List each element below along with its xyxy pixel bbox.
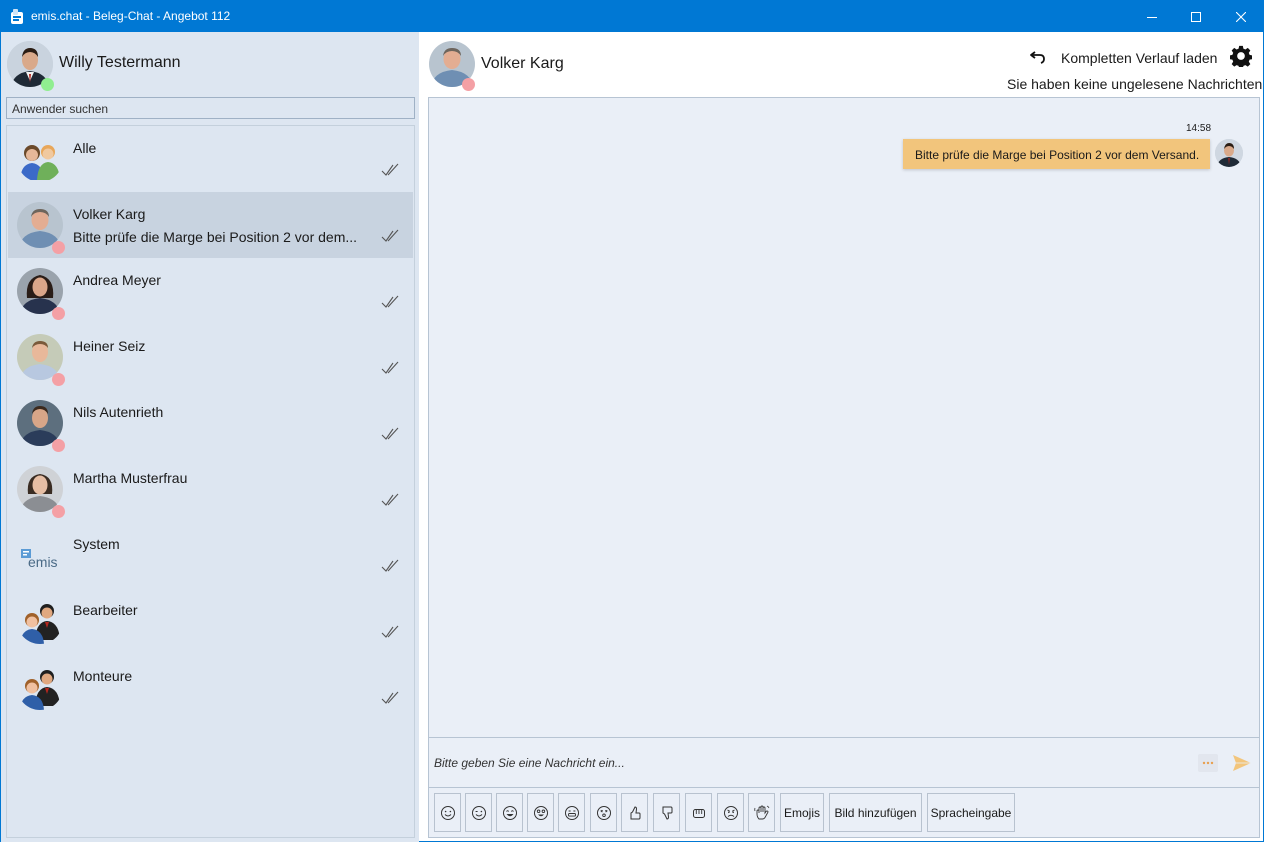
contact-name: Volker Karg	[73, 206, 146, 222]
crazy-emoji-icon	[533, 805, 548, 820]
read-check-icon	[381, 229, 399, 242]
smile-emoji-icon	[440, 805, 455, 820]
my-status-indicator	[41, 78, 54, 91]
emoji-fist-button[interactable]	[685, 793, 712, 832]
window-title: emis.chat - Beleg-Chat - Angebot 112	[31, 9, 231, 23]
emoji-thumbs-up-button[interactable]	[621, 793, 648, 832]
thumbs-down-emoji-icon	[662, 806, 672, 820]
people-icon	[20, 604, 60, 644]
contact-name: Monteure	[73, 668, 133, 684]
contact-list: Alle Volker Karg Bitte prüfe die Marge b…	[6, 125, 415, 838]
contact-item[interactable]: Bearbeiter	[8, 588, 413, 654]
partner-status-indicator	[462, 78, 475, 91]
emoji-wink-button[interactable]	[465, 793, 492, 832]
title-bar: emis.chat - Beleg-Chat - Angebot 112	[1, 1, 1263, 32]
fist-emoji-icon	[692, 808, 705, 818]
close-icon	[1236, 11, 1246, 22]
emoji-crazy-button[interactable]	[527, 793, 554, 832]
contact-name: Alle	[73, 140, 97, 156]
maximize-icon	[1191, 11, 1201, 22]
contact-item[interactable]: emis System	[8, 522, 413, 588]
contact-name: Heiner Seiz	[73, 338, 146, 354]
message-bubble[interactable]: Bitte prüfe die Marge bei Position 2 vor…	[903, 139, 1210, 169]
more-options-icon[interactable]	[1198, 754, 1218, 772]
read-check-icon	[381, 295, 399, 308]
message-sender-avatar	[1215, 139, 1243, 167]
emoji-laugh-button[interactable]	[496, 793, 523, 832]
emoji-angry-button[interactable]	[717, 793, 744, 832]
partner-name: Volker Karg	[481, 55, 564, 72]
read-check-icon	[381, 427, 399, 440]
contact-name: Bearbeiter	[73, 602, 138, 618]
chat-window: emis.chat - Beleg-Chat - Angebot 112 Wil…	[0, 0, 1264, 842]
send-icon[interactable]	[1232, 754, 1252, 772]
read-check-icon	[381, 163, 399, 176]
contact-status-indicator	[52, 373, 65, 386]
message-time: 14:58	[1186, 123, 1212, 134]
message-input[interactable]: Bitte geben Sie eine Nachricht ein...	[434, 756, 625, 770]
read-check-icon	[381, 493, 399, 506]
close-button[interactable]	[1218, 1, 1264, 32]
read-check-icon	[381, 559, 399, 572]
contact-item[interactable]: Heiner Seiz	[8, 324, 413, 390]
maximize-button[interactable]	[1173, 1, 1219, 32]
wave-emoji-icon	[753, 805, 769, 819]
contact-name: Martha Musterfrau	[73, 470, 188, 486]
contact-name: System	[73, 536, 120, 552]
emoji-wave-button[interactable]	[748, 793, 775, 832]
grin-emoji-icon	[564, 805, 579, 820]
contact-status-indicator	[52, 307, 65, 320]
people-icon	[20, 670, 60, 710]
emoji-thumbs-down-button[interactable]	[653, 793, 680, 832]
contact-name: Andrea Meyer	[73, 272, 161, 288]
angry-emoji-icon	[723, 805, 738, 820]
read-check-icon	[381, 625, 399, 638]
minimize-button[interactable]	[1129, 1, 1175, 32]
contacts-pane: Willy Testermann Anwender suchen Alle Vo…	[1, 32, 419, 842]
minimize-icon	[1147, 16, 1157, 18]
contact-last-message: Bitte prüfe die Marge bei Position 2 vor…	[73, 229, 358, 245]
voice-input-button[interactable]: Spracheingabe	[927, 793, 1015, 832]
contact-status-indicator	[52, 241, 65, 254]
contact-item[interactable]: Nils Autenrieth	[8, 390, 413, 456]
message-area	[428, 97, 1260, 738]
group-icon	[20, 145, 60, 180]
contact-name: Nils Autenrieth	[73, 404, 164, 420]
read-check-icon	[381, 361, 399, 374]
contact-status-indicator	[52, 505, 65, 518]
dizzy-emoji-icon	[596, 805, 611, 820]
laugh-emoji-icon	[502, 805, 517, 820]
emojis-button[interactable]: Emojis	[780, 793, 824, 832]
emoji-grin-button[interactable]	[558, 793, 585, 832]
wink-emoji-icon	[471, 805, 486, 820]
thumbs-up-emoji-icon	[630, 805, 640, 819]
app-icon	[11, 9, 23, 24]
contact-item[interactable]: Andrea Meyer	[8, 258, 413, 324]
emis-logo-text: emis	[28, 554, 58, 570]
contact-status-indicator	[52, 439, 65, 452]
undo-icon[interactable]	[1029, 48, 1047, 64]
settings-gear-icon[interactable]	[1230, 45, 1252, 67]
read-check-icon	[381, 691, 399, 704]
emoji-smile-button[interactable]	[434, 793, 461, 832]
add-image-button[interactable]: Bild hinzufügen	[829, 793, 922, 832]
my-name: Willy Testermann	[59, 54, 181, 71]
ellipsis-icon	[1202, 761, 1214, 765]
emoji-dizzy-button[interactable]	[590, 793, 617, 832]
user-search-input[interactable]: Anwender suchen	[6, 97, 415, 119]
contact-item[interactable]: Volker Karg Bitte prüfe die Marge bei Po…	[8, 192, 413, 258]
emis-logo: emis	[17, 532, 63, 578]
contact-item[interactable]: Alle	[8, 126, 413, 192]
contact-item[interactable]: Martha Musterfrau	[8, 456, 413, 522]
contact-item[interactable]: Monteure	[8, 654, 413, 720]
load-history-button[interactable]: Kompletten Verlauf laden	[1061, 50, 1217, 66]
unread-status-text: Sie haben keine ungelesene Nachrichten	[1007, 76, 1263, 92]
